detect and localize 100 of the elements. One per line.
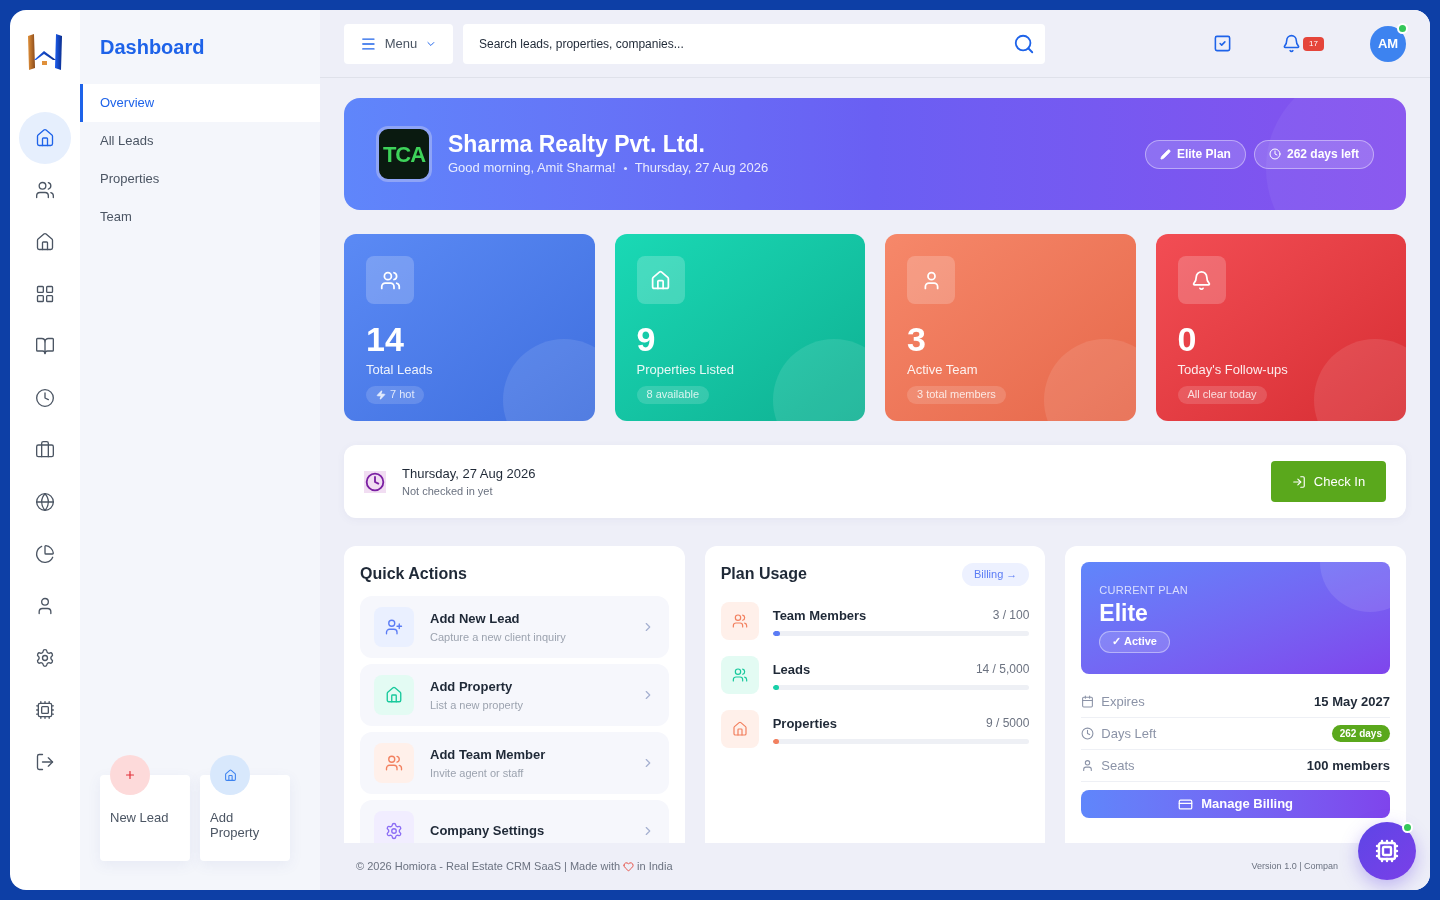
plan-caption: CURRENT PLAN: [1099, 583, 1189, 598]
stat-tag: All clear today: [1177, 385, 1267, 404]
card-icon: [1178, 796, 1194, 812]
footer-copyright-end: in India: [637, 859, 673, 875]
submenu-item[interactable]: All Leads: [80, 122, 320, 160]
settings-icon: [35, 648, 55, 668]
action-title: Add New Lead: [430, 610, 521, 628]
days-badge: 262 days: [1331, 725, 1390, 742]
plan-name: Elite: [1099, 598, 1149, 627]
stat-tag: 8 available: [636, 385, 710, 404]
action-title: Company Settings: [430, 822, 546, 841]
plan-row-value: 15 May 2027: [1314, 692, 1390, 711]
usage-reading: 3 / 100: [992, 606, 1030, 624]
user-avatar[interactable]: AM: [1370, 25, 1406, 62]
task-check-icon[interactable]: [1213, 34, 1233, 53]
clock-icon: [1268, 148, 1281, 160]
stat-value: 3: [907, 320, 927, 358]
action-title: Add Property: [430, 678, 514, 696]
quick-action-item[interactable]: Add Property List a new property: [360, 664, 669, 726]
card-title: Plan Usage: [720, 564, 807, 584]
usage-label: Properties: [772, 714, 837, 733]
action-subtitle: Capture a new client inquiry: [430, 629, 567, 645]
user-plus-icon: [374, 607, 414, 647]
action-title: Add Team Member: [430, 746, 547, 764]
house-icon: [35, 232, 55, 252]
company-logo: TCA: [376, 126, 432, 182]
house-icon: [720, 710, 759, 748]
login-icon: [1291, 474, 1306, 489]
usage-reading: 14 / 5,000: [975, 660, 1030, 678]
plus-icon: [110, 755, 150, 795]
checkin-status: Not checked in yet: [402, 484, 494, 499]
users-icon: [374, 743, 414, 783]
notification-count: 17: [1303, 36, 1324, 51]
briefcase-icon: [35, 440, 55, 460]
users-icon: [720, 602, 759, 640]
plan-badge: Elite Plan: [1144, 139, 1246, 169]
settings-icon: [374, 811, 414, 843]
clock-icon: [364, 470, 386, 493]
plan-row-label: Expires: [1101, 692, 1145, 711]
home-icon: [35, 128, 55, 148]
quick-action-item[interactable]: Add Team Member Invite agent or staff: [360, 732, 669, 794]
action-subtitle: List a new property: [430, 697, 524, 713]
stat-value: 14: [366, 320, 405, 358]
quick-action-item[interactable]: Company Settings: [360, 800, 669, 843]
stat-value: 9: [636, 320, 657, 358]
footer-copyright: © 2026 Homiora - Real Estate CRM SaaS | Made with: [356, 859, 621, 875]
plan-row-value: 100 members: [1306, 756, 1390, 775]
active-badge: ✓ Active: [1099, 630, 1170, 653]
heart-icon: [623, 861, 635, 872]
usage-label: Leads: [772, 660, 811, 679]
search-icon: [1013, 32, 1035, 55]
stat-label: Properties Listed: [636, 361, 736, 379]
plan-row-label: Seats: [1101, 756, 1135, 775]
house-icon: [210, 755, 250, 795]
clock-icon: [35, 388, 55, 408]
house-icon: [374, 675, 414, 715]
menu-button[interactable]: Menu: [344, 23, 453, 64]
banner-date: Thursday, 27 Aug 2026: [634, 159, 769, 178]
usage-reading: 9 / 5000: [985, 714, 1030, 732]
quick-action-item[interactable]: Add New Lead Capture a new client inquiry: [360, 596, 669, 658]
house-icon: [650, 269, 671, 291]
book-icon: [35, 336, 55, 356]
logout-icon: [35, 752, 55, 772]
manage-billing-button[interactable]: Manage Billing: [1081, 790, 1390, 818]
footer-version: Version 1.0 | Compan: [1251, 859, 1338, 873]
clock-icon: [1081, 727, 1095, 740]
plan-badge: 262 days left: [1253, 139, 1374, 169]
submenu-item[interactable]: Overview: [80, 84, 320, 122]
stat-label: Active Team: [907, 361, 979, 379]
user-icon: [1081, 759, 1095, 772]
billing-link[interactable]: Billing →: [961, 562, 1030, 586]
company-name: Sharma Realty Pvt. Ltd.: [448, 130, 706, 159]
calendar-icon: [1081, 695, 1095, 708]
logo-icon: [26, 34, 64, 72]
submenu-item[interactable]: Properties: [80, 160, 320, 198]
users-icon: [379, 269, 401, 291]
chip-icon: [1375, 839, 1399, 863]
globe-icon: [35, 492, 55, 512]
stat-tag: 3 total members: [907, 385, 1006, 404]
users-icon: [35, 180, 55, 200]
rail-nav-item[interactable]: [19, 112, 71, 164]
pie-chart-icon: [35, 544, 55, 564]
greeting-text: Good morning, Amit Sharma!: [448, 159, 616, 178]
stat-label: Today's Follow-ups: [1177, 361, 1289, 379]
submenu-title: Dashboard: [100, 35, 205, 60]
bell-icon[interactable]: [1282, 34, 1302, 53]
stat-tag: 7 hot: [366, 385, 425, 404]
checkin-date: Thursday, 27 Aug 2026: [402, 464, 536, 483]
action-subtitle: Invite agent or staff: [430, 765, 525, 781]
stat-label: Total Leads: [366, 361, 434, 379]
plan-row-label: Days Left: [1101, 724, 1157, 743]
users-icon: [720, 656, 759, 694]
pen-icon: [1159, 148, 1171, 160]
grid-icon: [35, 284, 55, 304]
search-field[interactable]: Search leads, properties, companies...: [463, 23, 1045, 64]
usage-label: Team Members: [772, 606, 867, 625]
submenu-item[interactable]: Team: [80, 198, 320, 236]
stat-value: 0: [1177, 320, 1198, 358]
card-title: Quick Actions: [360, 564, 468, 584]
bolt-icon: [376, 389, 386, 400]
